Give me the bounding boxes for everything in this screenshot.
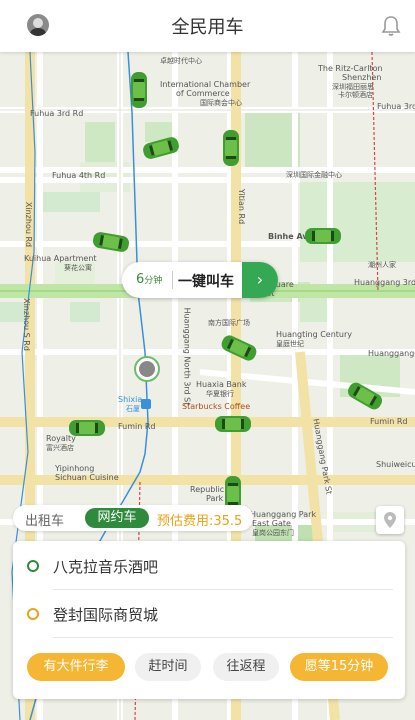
map-label: Huaxia Bank xyxy=(196,380,247,389)
map-label: 卓越时代中心 xyxy=(160,57,202,65)
map-label: Yitian Rd xyxy=(237,188,247,225)
map-label: 葵花公寓 xyxy=(64,264,92,272)
map-label: Sichuan Cuisine xyxy=(55,473,119,482)
destination-row[interactable]: 登封国际商贸城 xyxy=(13,591,405,637)
origin-row[interactable]: 八克拉音乐酒吧 xyxy=(13,543,405,589)
divider xyxy=(172,271,173,289)
call-arrow-button[interactable]: › xyxy=(242,262,278,298)
destination-dot-icon xyxy=(27,608,39,620)
origin-dot-icon xyxy=(27,560,39,572)
current-location-marker xyxy=(134,356,160,382)
map-label: 富兴酒店 xyxy=(46,444,74,452)
option-big-luggage[interactable]: 有大件行李 xyxy=(27,653,125,681)
quick-call-label: 一键叫车 xyxy=(178,274,234,290)
map-label: 国际商会中心 xyxy=(200,99,242,107)
map-label: 石厦 xyxy=(126,405,140,413)
map-label: 潮州人家 xyxy=(368,261,396,269)
map-label: International Chamber xyxy=(160,80,251,89)
map-label: Huanggang North 3rd St xyxy=(182,307,192,406)
tab-taxi[interactable]: 出租车 xyxy=(25,510,64,529)
car-icon xyxy=(223,130,239,166)
map-label: Huanggang 3rd xyxy=(354,278,415,287)
map-label: 南方国际广场 xyxy=(208,319,250,327)
map-label: The Ritz-Carlton xyxy=(318,64,383,73)
map-label: Xinzhou Rd xyxy=(24,201,34,248)
destination-text: 登封国际商贸城 xyxy=(53,606,159,624)
map-label: Shixia xyxy=(118,395,143,404)
map-label: Fuhua 3rd xyxy=(377,102,415,111)
car-icon xyxy=(131,72,147,108)
origin-text: 八克拉音乐酒吧 xyxy=(53,558,159,576)
locate-button[interactable] xyxy=(376,506,404,534)
map-label: Republic xyxy=(190,485,225,494)
avatar xyxy=(139,361,155,377)
bell-icon[interactable] xyxy=(381,15,401,37)
map-label: Fuhua 3rd Rd xyxy=(30,109,84,118)
map-label: Fumin Rd xyxy=(370,417,408,426)
location-pin-icon xyxy=(384,512,396,528)
map-label: Huanggangg xyxy=(368,349,415,358)
quick-call-pill[interactable]: 6分钟 一键叫车 › xyxy=(122,262,278,298)
car-icon xyxy=(69,420,105,436)
map-label: Xinzhou S Rd xyxy=(21,298,31,351)
tab-ride-hailing[interactable]: 网约车 xyxy=(85,508,149,528)
option-wait-15min[interactable]: 愿等15分钟 xyxy=(290,653,388,681)
map-label: Starbucks Coffee xyxy=(182,402,251,411)
map-label: 皇庭世纪 xyxy=(276,340,304,348)
option-round-trip[interactable]: 往返程 xyxy=(213,653,279,681)
map-label: of Commerce xyxy=(176,89,230,98)
option-in-a-hurry[interactable]: 赶时间 xyxy=(135,653,201,681)
map-label: Kuihua Apartment xyxy=(24,254,97,263)
map-label: Park xyxy=(206,494,224,503)
page-title: 全民用车 xyxy=(171,17,244,38)
divider xyxy=(53,589,393,590)
map-label: Fumin Rd xyxy=(118,422,156,431)
app-header: 全民用车 xyxy=(0,0,415,52)
map-label: Shuiweicun xyxy=(376,460,415,469)
map-label: Yipinhong xyxy=(55,464,95,473)
service-mode-bar: 出租车 网约车 预估费用:35.5 xyxy=(13,505,253,531)
car-icon xyxy=(305,228,341,244)
map-label: 深圳国际金融中心 xyxy=(286,171,342,179)
car-icon xyxy=(215,416,251,432)
map-label: 华夏银行 xyxy=(206,390,234,398)
divider xyxy=(53,637,393,638)
map-label: 皇岗公园东门 xyxy=(252,529,294,537)
map-label: Fuhua 4th Rd xyxy=(52,171,106,180)
eta-text: 6分钟 xyxy=(136,272,163,287)
map-label: Shenzhen xyxy=(342,73,382,82)
map-label: Huangting Century xyxy=(276,330,352,339)
map-label: East Gate xyxy=(252,519,291,528)
map-label: Huanggang Park xyxy=(250,510,317,519)
fare-estimate: 预估费用:35.5 xyxy=(157,514,243,529)
map-label: 卡尔顿酒店 xyxy=(338,91,373,99)
trip-panel: 八克拉音乐酒吧 登封国际商贸城 有大件行李 赶时间 往返程 愿等15分钟 xyxy=(13,541,405,699)
